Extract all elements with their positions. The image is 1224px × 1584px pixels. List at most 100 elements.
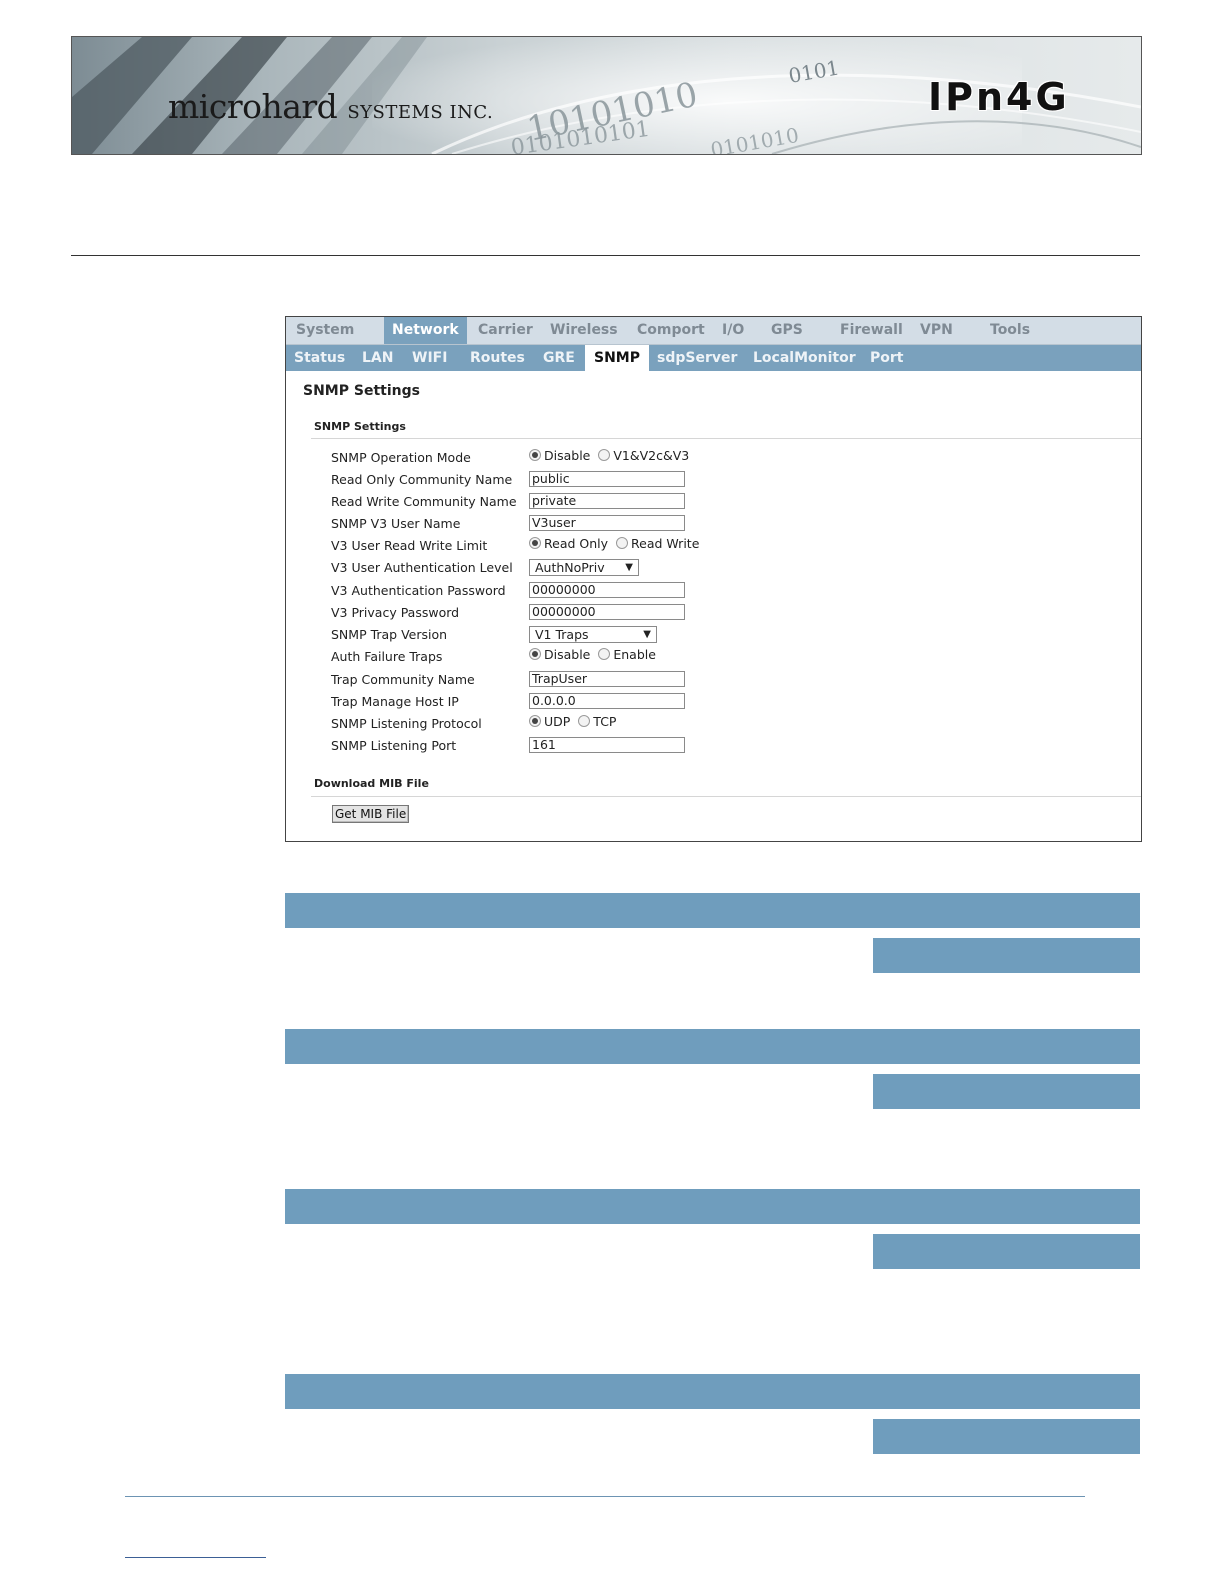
input-ro-community[interactable]: public [529, 471, 685, 487]
page-title: SNMP Settings [303, 383, 420, 399]
select-trap-version[interactable]: V1 Traps ▼ [529, 626, 657, 643]
radio-operation-v1v2cv3[interactable] [598, 449, 611, 461]
subtab-routes[interactable]: Routes [470, 345, 525, 371]
radio-operation-disable[interactable] [529, 449, 541, 461]
header-banner: 0101 10101010 0101010101 0101010 microha… [71, 36, 1142, 155]
value-bar [873, 1419, 1140, 1454]
subtab-status[interactable]: Status [294, 345, 345, 371]
tab-vpn[interactable]: VPN [920, 317, 953, 344]
description-bar [285, 1029, 1140, 1064]
option-operation-disable: Disable [544, 448, 591, 463]
label-operation-mode: SNMP Operation Mode [331, 450, 471, 465]
radio-read-only[interactable] [529, 537, 541, 549]
row-rw-community: Read Write Community Name private [331, 492, 1131, 512]
brand-logo: microhard SYSTEMS INC. [168, 87, 493, 126]
section-divider [311, 796, 1141, 797]
input-trap-community[interactable]: TrapUser [529, 671, 685, 687]
row-v3-auth-level: V3 User Authentication Level AuthNoPriv … [331, 558, 1131, 578]
description-bar [285, 893, 1140, 928]
option-read-write: Read Write [631, 536, 700, 551]
input-v3-privacy-password[interactable]: 00000000 [529, 604, 685, 620]
select-v3-auth-level[interactable]: AuthNoPriv ▼ [529, 559, 639, 576]
row-listen-protocol: SNMP Listening Protocol UDP TCP [331, 714, 1131, 734]
subtab-sdpserver[interactable]: sdpServer [657, 345, 737, 371]
dropdown-arrow-icon: ▼ [643, 629, 651, 640]
label-ro-community: Read Only Community Name [331, 472, 513, 487]
row-v3-rw-limit: V3 User Read Write Limit Read Only Read … [331, 536, 1131, 556]
snmp-settings-screenshot: System Network Carrier Wireless Comport … [285, 316, 1142, 842]
radio-read-write[interactable] [616, 537, 628, 549]
tab-network[interactable]: Network [384, 317, 467, 344]
row-v3-privacy-password: V3 Privacy Password 00000000 [331, 603, 1131, 623]
option-auth-traps-enable: Enable [613, 647, 656, 662]
radio-auth-traps-disable[interactable] [529, 648, 541, 660]
input-listen-port[interactable]: 161 [529, 737, 685, 753]
option-operation-v1v2cv3: V1&V2c&V3 [613, 448, 690, 463]
row-trap-version: SNMP Trap Version V1 Traps ▼ [331, 625, 1131, 645]
header-divider [71, 255, 1140, 256]
subtab-port[interactable]: Port [870, 345, 903, 371]
footer-link-underline [125, 1557, 266, 1558]
row-trap-community: Trap Community Name TrapUser [331, 670, 1131, 690]
subtab-wifi[interactable]: WIFI [412, 345, 447, 371]
tab-firewall[interactable]: Firewall [840, 317, 903, 344]
tab-system[interactable]: System [296, 317, 354, 344]
label-auth-failure-traps: Auth Failure Traps [331, 649, 443, 664]
tab-gps[interactable]: GPS [771, 317, 803, 344]
label-listen-port: SNMP Listening Port [331, 738, 457, 753]
row-ro-community: Read Only Community Name public [331, 470, 1131, 490]
input-trap-host-ip[interactable]: 0.0.0.0 [529, 693, 685, 709]
tab-wireless[interactable]: Wireless [550, 317, 618, 344]
value-bar [873, 938, 1140, 973]
value-bar [873, 1234, 1140, 1269]
label-v3-privacy-password: V3 Privacy Password [331, 605, 460, 620]
get-mib-file-button[interactable]: Get MIB File [332, 805, 410, 823]
label-rw-community: Read Write Community Name [331, 494, 517, 509]
row-trap-host-ip: Trap Manage Host IP 0.0.0.0 [331, 692, 1131, 712]
label-trap-community: Trap Community Name [331, 672, 475, 687]
tab-comport[interactable]: Comport [637, 317, 705, 344]
sub-menu: Status LAN WIFI Routes GRE SNMP sdpServe… [286, 345, 1141, 371]
option-auth-traps-disable: Disable [544, 647, 591, 662]
input-v3-user[interactable]: V3user [529, 515, 685, 531]
section-title-snmp: SNMP Settings [314, 420, 406, 433]
radio-auth-traps-enable[interactable] [598, 648, 611, 660]
value-bar [873, 1074, 1140, 1109]
tab-carrier[interactable]: Carrier [478, 317, 533, 344]
subtab-lan[interactable]: LAN [362, 345, 393, 371]
product-model: IPn4G [928, 75, 1070, 119]
tab-tools[interactable]: Tools [990, 317, 1030, 344]
dropdown-arrow-icon: ▼ [625, 562, 633, 573]
option-protocol-tcp: TCP [593, 714, 617, 729]
select-trap-version-value: V1 Traps [535, 627, 589, 642]
section-title-mib: Download MIB File [314, 777, 429, 790]
label-trap-version: SNMP Trap Version [331, 627, 448, 642]
brand-name: microhard [168, 87, 338, 126]
subtab-gre[interactable]: GRE [543, 345, 575, 371]
radio-protocol-udp[interactable] [529, 715, 541, 727]
input-v3-auth-password[interactable]: 00000000 [529, 582, 685, 598]
label-v3-rw-limit: V3 User Read Write Limit [331, 538, 488, 553]
row-listen-port: SNMP Listening Port 161 [331, 736, 1131, 756]
row-operation-mode: SNMP Operation Mode Disable V1&V2c&V3 [331, 448, 1131, 468]
input-rw-community[interactable]: private [529, 493, 685, 509]
option-read-only: Read Only [544, 536, 609, 551]
row-v3-user: SNMP V3 User Name V3user [331, 514, 1131, 534]
row-auth-failure-traps: Auth Failure Traps Disable Enable [331, 647, 1131, 667]
label-v3-auth-level: V3 User Authentication Level [331, 560, 513, 575]
label-v3-auth-password: V3 Authentication Password [331, 583, 506, 598]
section-divider [311, 438, 1141, 439]
radio-protocol-tcp[interactable] [578, 715, 591, 727]
label-trap-host-ip: Trap Manage Host IP [331, 694, 459, 709]
footer-divider [125, 1496, 1085, 1497]
label-v3-user: SNMP V3 User Name [331, 516, 461, 531]
select-v3-auth-level-value: AuthNoPriv [535, 560, 605, 575]
description-bar [285, 1189, 1140, 1224]
main-menu: System Network Carrier Wireless Comport … [286, 317, 1141, 345]
subtab-snmp[interactable]: SNMP [585, 345, 649, 371]
tab-io[interactable]: I/O [722, 317, 744, 344]
option-protocol-udp: UDP [544, 714, 571, 729]
subtab-localmonitor[interactable]: LocalMonitor [753, 345, 856, 371]
description-bar [285, 1374, 1140, 1409]
label-listen-protocol: SNMP Listening Protocol [331, 716, 482, 731]
